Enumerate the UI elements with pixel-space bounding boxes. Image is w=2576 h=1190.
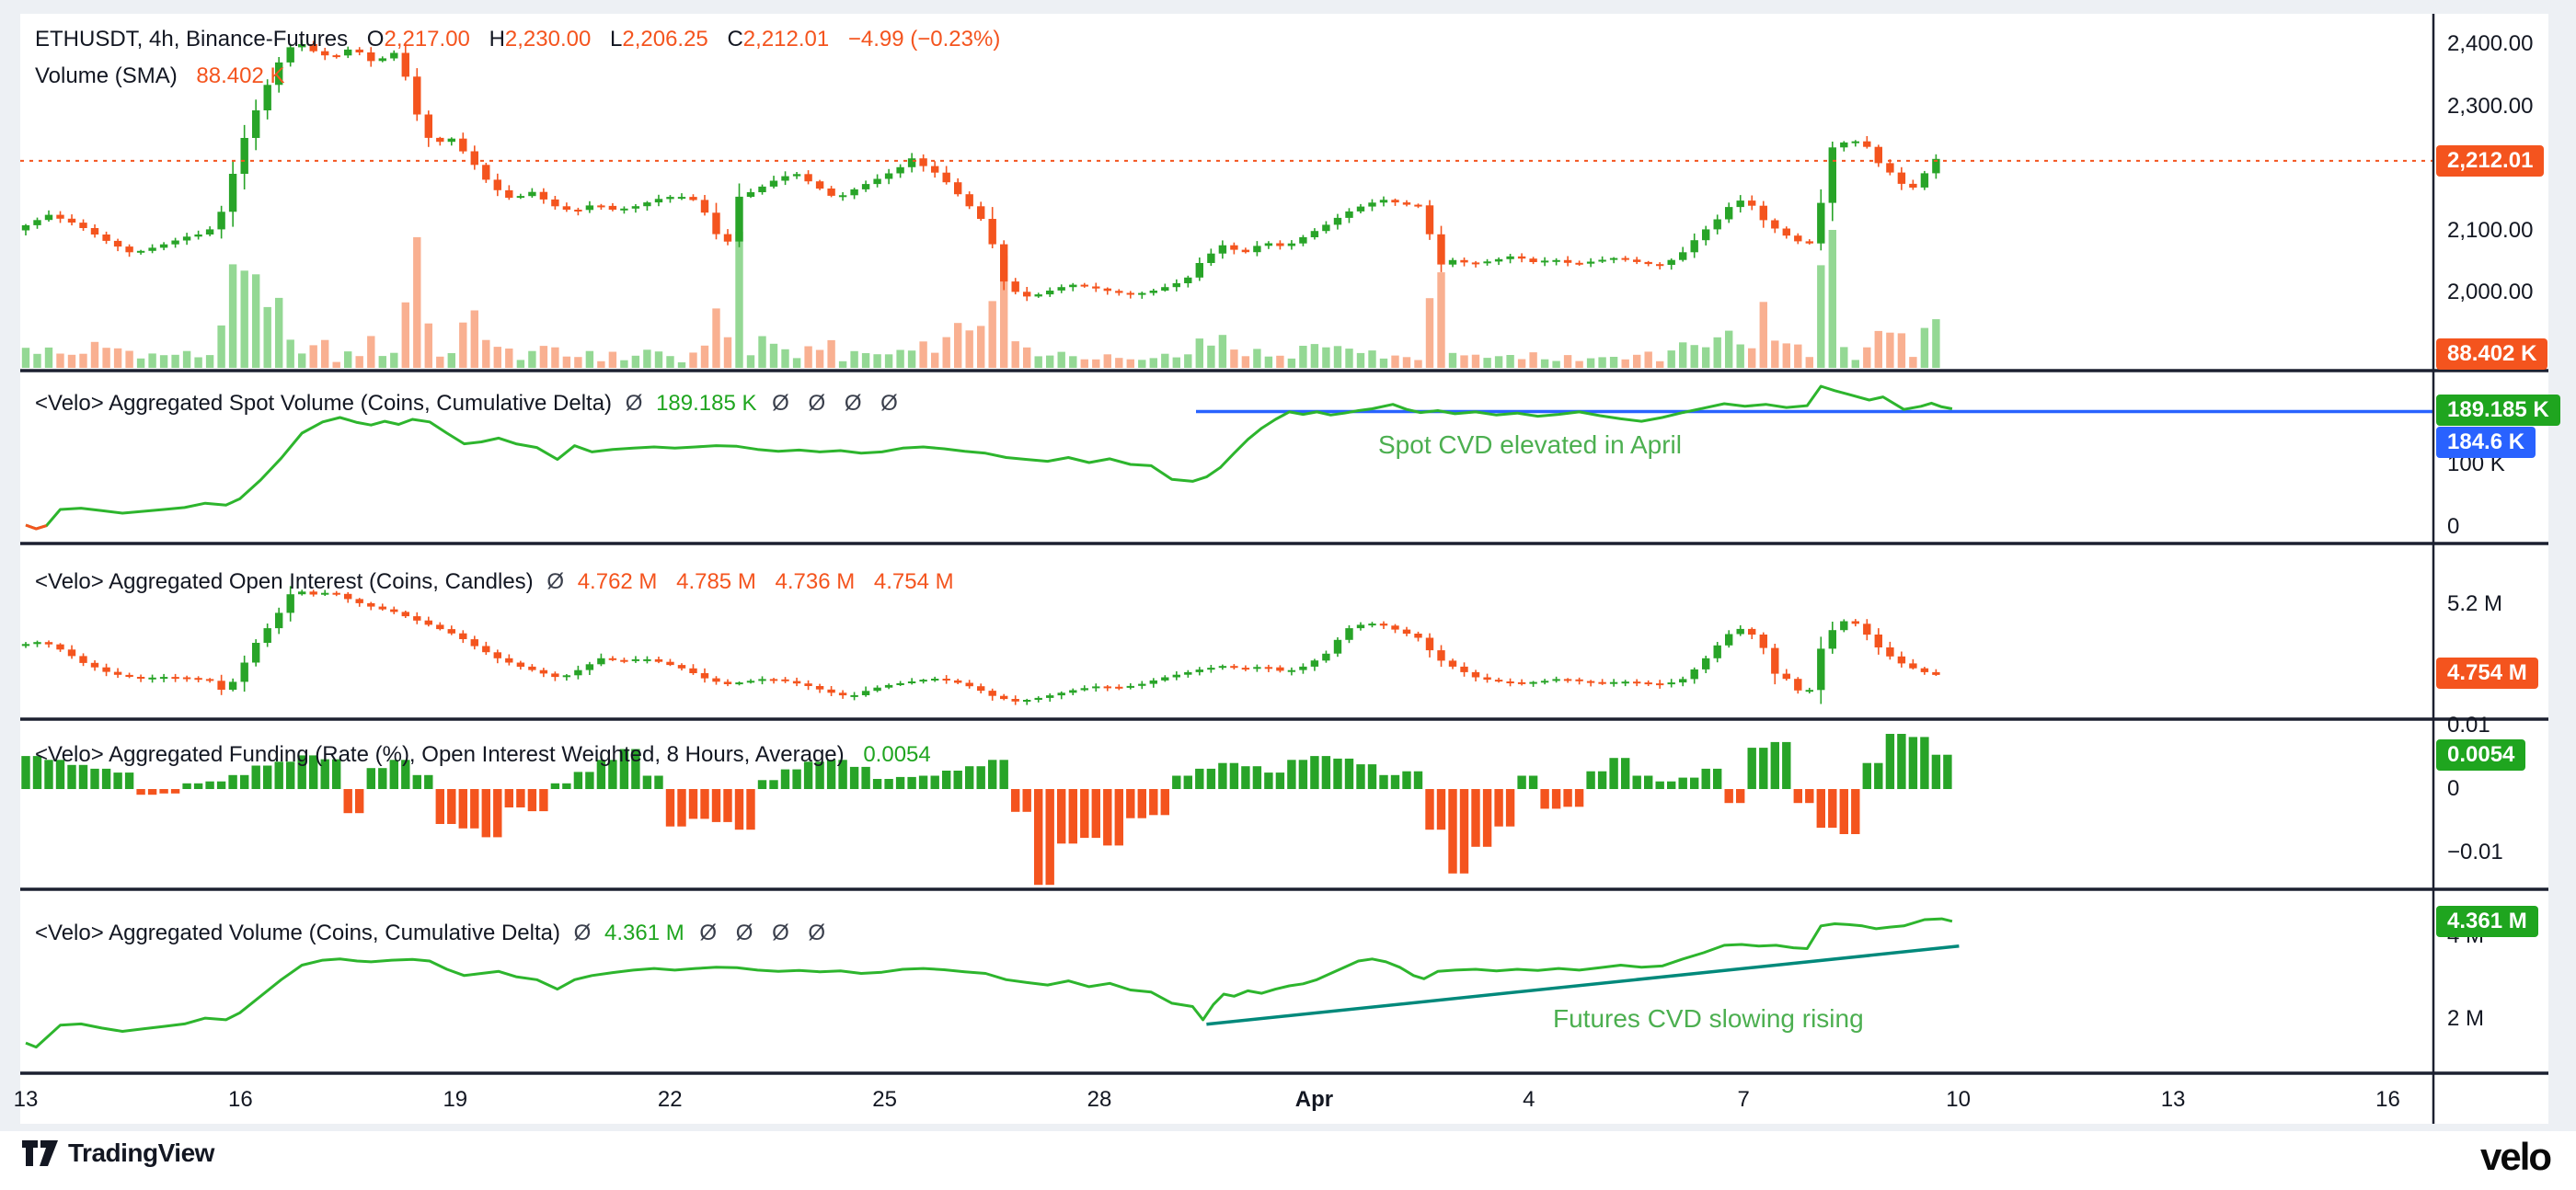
y-axis-tick: 2,300.00	[2447, 94, 2533, 120]
oi-open-value: 4.762 M	[578, 569, 658, 594]
oi-high-value: 4.785 M	[676, 569, 756, 594]
x-axis-label[interactable]: 28	[1063, 1087, 1136, 1113]
futures-cvd-legend: <Velo> Aggregated Volume (Coins, Cumulat…	[35, 920, 825, 947]
open-interest-legend: <Velo> Aggregated Open Interest (Coins, …	[35, 568, 954, 596]
high-value: 2,230.00	[505, 27, 591, 51]
x-axis-label[interactable]: 13	[2136, 1087, 2210, 1113]
price-badge: 189.185 K	[2436, 395, 2560, 426]
price-badge: 88.402 K	[2436, 338, 2547, 370]
null-symbols: Ø Ø Ø Ø	[699, 921, 825, 945]
x-axis-label[interactable]: 16	[203, 1087, 277, 1113]
x-axis-label[interactable]: Apr	[1277, 1087, 1351, 1113]
spot-cvd-legend: <Velo> Aggregated Spot Volume (Coins, Cu…	[35, 390, 898, 418]
high-label: H	[489, 27, 505, 51]
symbol-legend-row: ETHUSDT, 4h, Binance-Futures O2,217.00 H…	[35, 26, 1000, 53]
close-label: C	[727, 27, 742, 51]
futures-cvd-value: 4.361 M	[604, 921, 684, 945]
tradingview-logo[interactable]: TradingView	[22, 1139, 214, 1168]
null-symbol: Ø	[546, 569, 564, 594]
x-axis-label[interactable]: 16	[2351, 1087, 2424, 1113]
x-axis-label[interactable]: 7	[1707, 1087, 1780, 1113]
price-badge: 2,212.01	[2436, 145, 2544, 177]
chart-page: ETHUSDT, 4h, Binance-Futures O2,217.00 H…	[0, 0, 2576, 1190]
volume-legend-row: Volume (SMA) 88.402 K	[35, 63, 284, 90]
low-value: 2,206.25	[622, 27, 707, 51]
change-value: −4.99 (−0.23%)	[848, 27, 1000, 51]
null-symbol: Ø	[574, 921, 592, 945]
y-axis-tick: 2,400.00	[2447, 31, 2533, 57]
y-axis-tick: 2 M	[2447, 1006, 2484, 1032]
funding-label[interactable]: <Velo> Aggregated Funding (Rate (%), Ope…	[35, 742, 845, 767]
oi-close-value: 4.754 M	[874, 569, 954, 594]
volume-value: 88.402 K	[196, 63, 284, 88]
y-axis-tick: −0.01	[2447, 840, 2503, 865]
price-badge: 4.361 M	[2436, 906, 2538, 937]
price-badge: 4.754 M	[2436, 658, 2538, 689]
x-axis-label[interactable]: 19	[419, 1087, 492, 1113]
open-interest-label[interactable]: <Velo> Aggregated Open Interest (Coins, …	[35, 569, 534, 594]
spot-cvd-value: 189.185 K	[656, 391, 756, 416]
close-value: 2,212.01	[743, 27, 829, 51]
null-symbol: Ø	[626, 391, 643, 416]
symbol-title[interactable]: ETHUSDT, 4h, Binance-Futures	[35, 27, 348, 51]
x-axis-label[interactable]: 4	[1492, 1087, 1566, 1113]
volume-label[interactable]: Volume (SMA)	[35, 63, 178, 88]
open-value: 2,217.00	[384, 27, 469, 51]
null-symbols: Ø Ø Ø Ø	[772, 391, 898, 416]
price-badge: 184.6 K	[2436, 427, 2536, 458]
y-axis-tick: 0	[2447, 776, 2459, 802]
x-axis-label[interactable]: 10	[1922, 1087, 1995, 1113]
futures-cvd-label[interactable]: <Velo> Aggregated Volume (Coins, Cumulat…	[35, 921, 560, 945]
futures-cvd-annotation[interactable]: Futures CVD slowing rising	[1553, 1004, 1864, 1034]
velo-logo[interactable]: velo	[2480, 1135, 2550, 1179]
y-axis-tick: 5.2 M	[2447, 591, 2502, 617]
y-axis-tick: 2,100.00	[2447, 218, 2533, 244]
y-axis-tick: 2,000.00	[2447, 280, 2533, 305]
open-label: O	[367, 27, 385, 51]
tradingview-wordmark: TradingView	[68, 1139, 214, 1168]
tradingview-mark-icon	[22, 1140, 59, 1166]
oi-low-value: 4.736 M	[775, 569, 855, 594]
funding-legend: <Velo> Aggregated Funding (Rate (%), Ope…	[35, 741, 931, 769]
spot-cvd-annotation[interactable]: Spot CVD elevated in April	[1378, 430, 1682, 460]
price-badge: 0.0054	[2436, 739, 2525, 771]
x-axis-label[interactable]: 25	[848, 1087, 922, 1113]
spot-cvd-label[interactable]: <Velo> Aggregated Spot Volume (Coins, Cu…	[35, 391, 612, 416]
y-axis-tick: 0.01	[2447, 713, 2490, 738]
x-axis-label[interactable]: 22	[633, 1087, 707, 1113]
velo-wordmark: velo	[2480, 1135, 2550, 1179]
low-label: L	[610, 27, 622, 51]
funding-value: 0.0054	[863, 742, 930, 767]
x-axis-label[interactable]: 13	[0, 1087, 63, 1113]
y-axis-tick: 0	[2447, 514, 2459, 540]
